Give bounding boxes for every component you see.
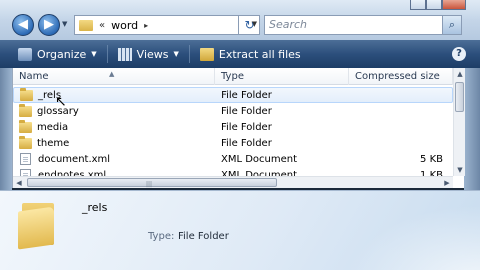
- organize-icon: [18, 47, 32, 61]
- recent-pages-dropdown[interactable]: ▼: [62, 20, 70, 30]
- forward-arrow-icon: ▶: [44, 17, 54, 32]
- scroll-right-arrow-icon[interactable]: ▶: [441, 177, 453, 189]
- details-type-value: File Folder: [178, 231, 229, 242]
- breadcrumb-word[interactable]: word: [111, 19, 138, 32]
- folder-icon: [19, 119, 32, 133]
- file-name: document.xml: [38, 153, 111, 165]
- sort-ascending-icon: ▲: [109, 70, 115, 78]
- list-item[interactable]: _rels File Folder: [13, 87, 453, 103]
- cell-name: glossary: [13, 103, 215, 117]
- folder-icon: [19, 135, 32, 149]
- views-button[interactable]: Views ▼: [112, 40, 185, 68]
- list-item[interactable]: glossary File Folder: [13, 103, 453, 119]
- folder-icon: [19, 103, 32, 117]
- list-item[interactable]: document.xml XML Document 5 KB: [13, 151, 453, 167]
- search-button[interactable]: ⌕: [442, 16, 461, 34]
- window-controls: [410, 0, 466, 10]
- file-list: ▲ Name Type Compressed size _rels File F…: [12, 68, 465, 188]
- organize-label: Organize: [37, 47, 87, 61]
- file-type: File Folder: [221, 137, 272, 149]
- window-frame-left: [0, 68, 12, 190]
- back-arrow-icon: ◀: [18, 17, 28, 32]
- file-type: File Folder: [221, 89, 272, 101]
- details-item-name: _rels: [82, 201, 108, 214]
- file-type: File Folder: [221, 105, 272, 117]
- column-headers: ▲ Name Type Compressed size: [13, 68, 453, 85]
- toolbar-divider: [188, 45, 190, 63]
- organize-button[interactable]: Organize ▼: [12, 40, 103, 68]
- large-folder-icon: [18, 199, 58, 250]
- forward-button[interactable]: ▶: [38, 14, 60, 36]
- cell-name: media: [13, 119, 215, 133]
- refresh-icon: ↻: [244, 18, 255, 32]
- back-button[interactable]: ◀: [12, 14, 34, 36]
- window-frame-right: [464, 68, 480, 190]
- horizontal-scroll-thumb[interactable]: |||: [27, 178, 277, 188]
- help-icon: ?: [456, 48, 462, 59]
- extract-all-label: Extract all files: [218, 47, 301, 61]
- column-header-name[interactable]: ▲ Name: [13, 68, 215, 85]
- help-button[interactable]: ?: [452, 47, 466, 61]
- scroll-left-arrow-icon[interactable]: ◀: [13, 177, 25, 189]
- horizontal-scrollbar[interactable]: ◀ ||| ▶: [13, 176, 453, 188]
- minimize-button[interactable]: [410, 0, 426, 10]
- folder-icon: [79, 19, 93, 31]
- list-item[interactable]: media File Folder: [13, 119, 453, 135]
- column-header-name-label: Name: [19, 71, 49, 82]
- file-type: File Folder: [221, 121, 272, 133]
- grip-icon: |||: [146, 181, 153, 188]
- chevron-down-icon: ▼: [173, 50, 179, 58]
- zip-folder-icon: [199, 47, 214, 61]
- cell-name: theme: [13, 135, 215, 149]
- mouse-pointer-icon: ↖: [55, 94, 67, 110]
- xml-document-icon: [20, 153, 31, 165]
- file-size: 5 KB: [420, 153, 443, 165]
- maximize-button[interactable]: [426, 0, 442, 10]
- views-label: Views: [136, 47, 169, 61]
- window-titlebar: ◀ ▶ ▼ « word ▸ ▼ ↻ Search ⌕: [0, 0, 480, 40]
- file-type: XML Document: [221, 153, 298, 165]
- list-item[interactable]: theme File Folder: [13, 135, 453, 151]
- scroll-down-arrow-icon[interactable]: ▼: [454, 164, 466, 176]
- search-icon: ⌕: [448, 18, 456, 31]
- decorative-swoosh: [320, 191, 480, 270]
- extract-all-button[interactable]: Extract all files: [194, 40, 307, 68]
- column-header-type[interactable]: Type: [215, 68, 349, 85]
- chevron-down-icon: ▼: [91, 50, 97, 58]
- close-button[interactable]: [442, 0, 466, 10]
- views-icon: [117, 47, 132, 61]
- file-name: media: [37, 121, 69, 133]
- chevron-right-icon[interactable]: ▸: [144, 21, 148, 30]
- vertical-scrollbar[interactable]: ▲ ▼: [453, 68, 465, 176]
- column-header-compressed-size[interactable]: Compressed size: [349, 68, 453, 85]
- vertical-scroll-thumb[interactable]: [455, 82, 464, 112]
- toolbar-divider: [106, 45, 108, 63]
- search-input[interactable]: Search: [264, 15, 462, 35]
- folder-front: [18, 206, 54, 250]
- refresh-button[interactable]: ↻: [238, 15, 260, 35]
- file-rows: _rels File Folder glossary File Folder m…: [13, 87, 453, 183]
- file-name: theme: [37, 137, 70, 149]
- details-type-label: Type:: [148, 231, 175, 242]
- column-header-type-label: Type: [221, 71, 244, 82]
- cell-name: _rels: [14, 87, 215, 101]
- command-toolbar: Organize ▼ Views ▼ Extract all files ?: [0, 40, 480, 68]
- breadcrumb-overflow[interactable]: «: [99, 20, 105, 31]
- cell-name: document.xml: [13, 153, 215, 165]
- details-pane: _rels Type: File Folder: [0, 190, 480, 270]
- column-header-size-label: Compressed size: [355, 71, 440, 82]
- address-bar[interactable]: « word ▸ ▼: [74, 15, 260, 35]
- scroll-up-arrow-icon[interactable]: ▲: [454, 68, 466, 80]
- folder-icon: [20, 87, 33, 101]
